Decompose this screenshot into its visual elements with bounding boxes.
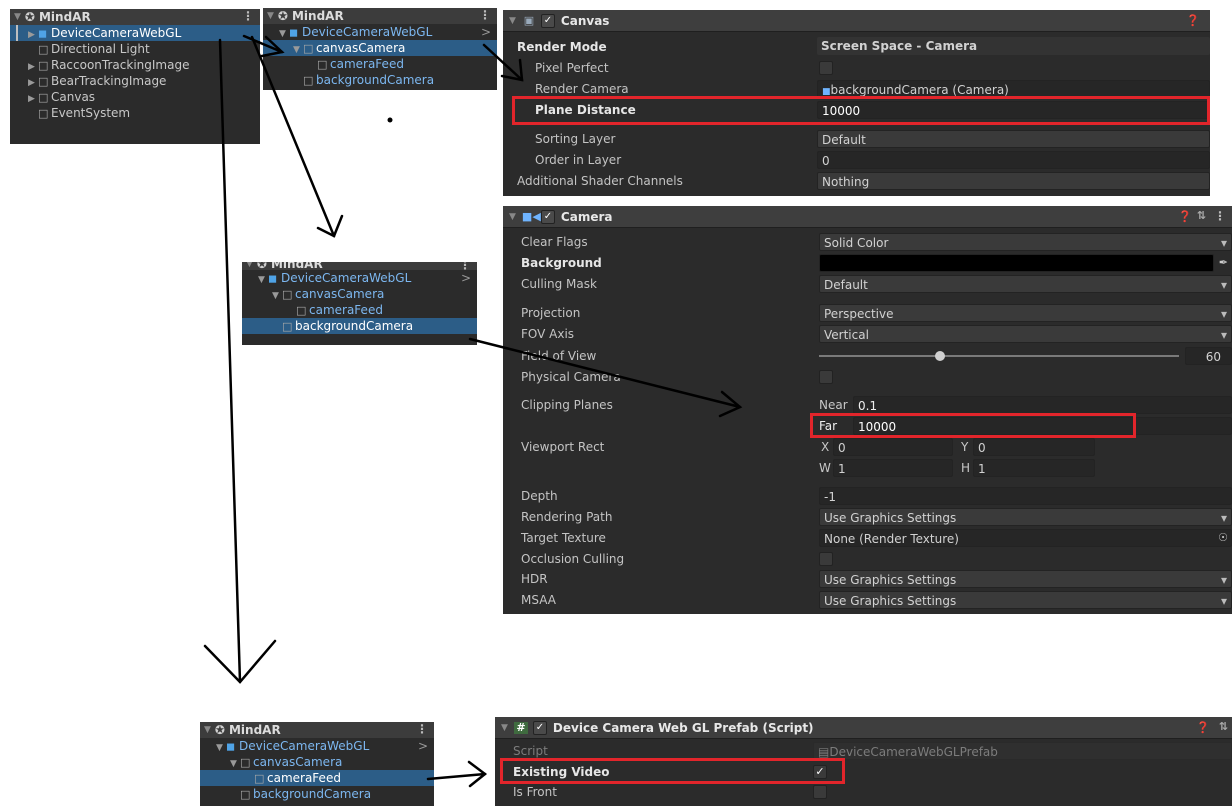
arrow-to-canvascamera [242,34,284,54]
arrow-to-backgroundcamera [250,35,336,238]
arrow-to-script-component [426,772,487,781]
stray-dot [387,117,393,123]
arrow-to-camera-component [468,337,742,409]
annotation-arrows [203,34,743,788]
arrow-to-camerafeed [218,38,242,684]
arrow-to-canvas-component [482,43,524,82]
